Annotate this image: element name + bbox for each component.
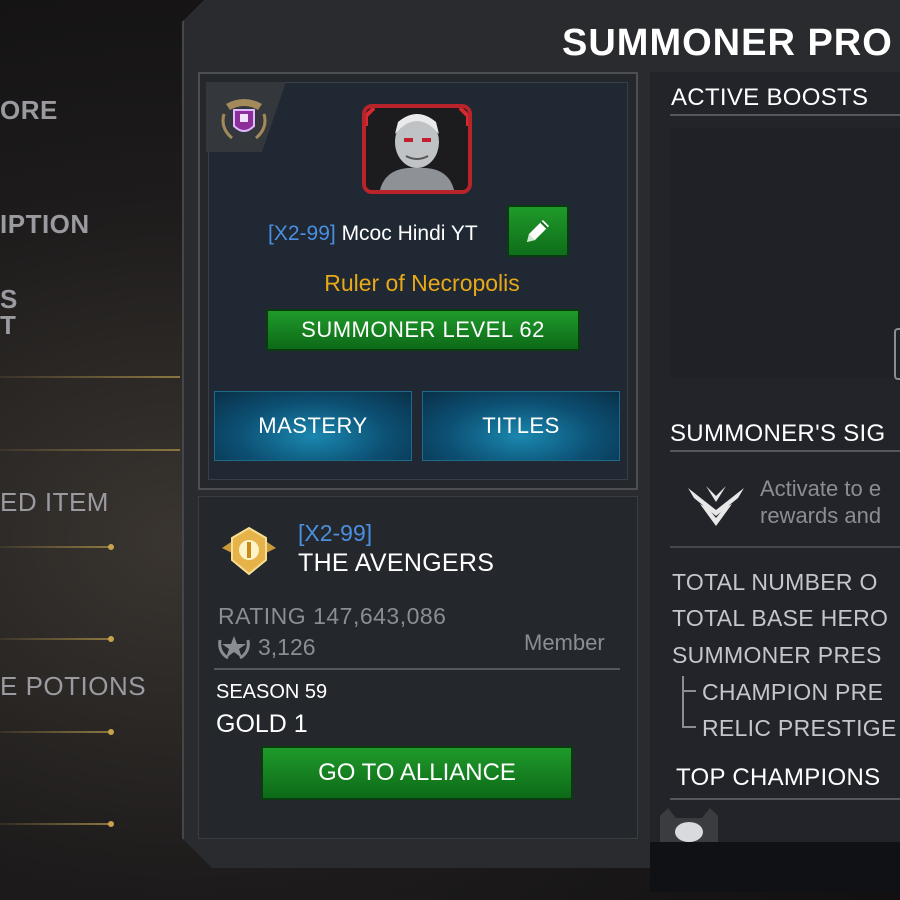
stat-tree-branch bbox=[682, 726, 696, 728]
trophy-star-icon bbox=[216, 632, 252, 662]
alliance-divider bbox=[214, 668, 620, 670]
side-divider bbox=[0, 823, 110, 825]
top-champions-heading: TOP CHAMPIONS bbox=[676, 764, 881, 791]
top-champions-divider bbox=[670, 798, 900, 800]
side-dot bbox=[108, 636, 114, 642]
side-item-store[interactable]: ORE bbox=[0, 95, 190, 126]
side-divider bbox=[0, 376, 180, 378]
avatar[interactable] bbox=[362, 104, 472, 194]
edit-name-button[interactable] bbox=[507, 205, 569, 257]
boosts-divider bbox=[670, 114, 900, 116]
active-boosts-list[interactable] bbox=[670, 128, 900, 378]
side-divider bbox=[0, 449, 180, 451]
bottom-strip bbox=[650, 842, 900, 892]
side-dot bbox=[108, 729, 114, 735]
side-divider bbox=[0, 731, 110, 733]
alliance-rating: RATING 147,643,086 bbox=[218, 603, 447, 629]
active-boosts-heading: ACTIVE BOOSTS bbox=[671, 84, 869, 111]
sigil-description-line-1: Activate to e bbox=[760, 476, 882, 501]
side-dot bbox=[108, 544, 114, 550]
side-dot bbox=[108, 821, 114, 827]
sigil-divider bbox=[670, 450, 900, 452]
summoner-title[interactable]: Ruler of Necropolis bbox=[206, 270, 638, 297]
summoner-level: SUMMONER LEVEL 62 bbox=[266, 309, 580, 351]
stat-total-number: TOTAL NUMBER O bbox=[672, 569, 878, 595]
side-divider bbox=[0, 638, 110, 640]
sigil-chevron-icon[interactable] bbox=[686, 480, 746, 530]
alliance-name: THE AVENGERS bbox=[298, 549, 495, 577]
summoner-name: [X2-99] Mcoc Hindi YT bbox=[268, 222, 478, 246]
side-item-featured-item[interactable]: ED ITEM bbox=[0, 487, 190, 518]
go-to-alliance-button[interactable]: GO TO ALLIANCE bbox=[261, 746, 573, 800]
summoner-alliance-tag: [X2-99] bbox=[268, 222, 336, 245]
stat-summoner-prestige: SUMMONER PRES bbox=[672, 642, 882, 668]
side-item-subscription[interactable]: IPTION bbox=[0, 209, 190, 240]
side-item-t[interactable]: T bbox=[0, 310, 190, 341]
titles-button[interactable]: TITLES bbox=[422, 391, 620, 461]
trophy-count: 3,126 bbox=[258, 634, 316, 660]
stat-champion-prestige: CHAMPION PRE bbox=[702, 679, 884, 705]
stat-tree-branch bbox=[682, 690, 696, 692]
season-label: SEASON 59 bbox=[216, 681, 328, 703]
stat-total-base-hero: TOTAL BASE HERO bbox=[672, 605, 889, 631]
alliance-role: Member bbox=[524, 630, 605, 655]
stat-relic-prestige: RELIC PRESTIGE bbox=[702, 715, 897, 741]
season-tier: GOLD 1 bbox=[216, 710, 308, 738]
mastery-button[interactable]: MASTERY bbox=[214, 391, 412, 461]
side-menu: ORE IPTION S T ED ITEM E POTIONS bbox=[0, 0, 190, 900]
alliance-tag: [X2-99] bbox=[298, 520, 373, 546]
side-item-potions[interactable]: E POTIONS bbox=[0, 671, 190, 702]
stat-tree-line bbox=[682, 676, 684, 726]
gold-rank-badge-icon bbox=[218, 526, 280, 578]
side-divider bbox=[0, 546, 110, 548]
sigil-description-line-2: rewards and bbox=[760, 503, 882, 528]
summoner-name-text: Mcoc Hindi YT bbox=[341, 222, 478, 245]
sigil-bottom-divider bbox=[670, 546, 900, 548]
boost-scroll-arrow[interactable] bbox=[894, 328, 900, 380]
champion-portrait[interactable] bbox=[656, 806, 722, 842]
pencil-icon bbox=[527, 220, 549, 242]
summoners-sigil-heading: SUMMONER'S SIG bbox=[670, 420, 886, 447]
page-title: SUMMONER PRO bbox=[562, 22, 893, 64]
